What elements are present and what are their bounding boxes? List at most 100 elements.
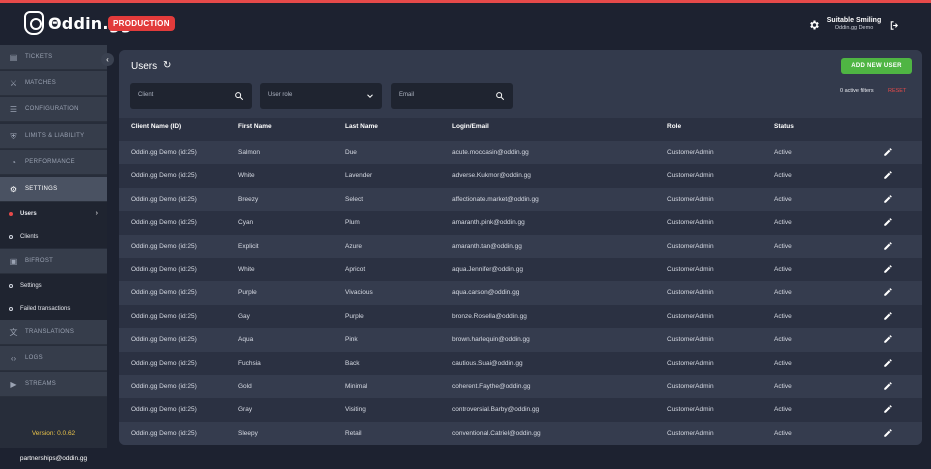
- cell-status: Active: [774, 242, 792, 250]
- client-filter-input[interactable]: Client: [130, 83, 252, 109]
- cell-role: CustomerAdmin: [667, 266, 714, 273]
- sidebar-item-bifrost[interactable]: ▣ BIFROST: [0, 249, 107, 274]
- table-row[interactable]: Oddin.gg Demo (id:25) Sleepy Retail convent…: [119, 421, 922, 445]
- edit-icon[interactable]: [883, 241, 893, 251]
- edit-icon[interactable]: [883, 170, 893, 180]
- cell-last: Due: [345, 149, 357, 156]
- table-row[interactable]: Oddin.gg Demo (id:25) Purple Vivacious aqua…: [119, 281, 922, 305]
- cell-role: CustomerAdmin: [667, 149, 714, 156]
- cell-client: Oddin.gg Demo (id:25): [131, 406, 197, 414]
- table-row[interactable]: Oddin.gg Demo (id:25) Aqua Pink brown.harle…: [119, 328, 922, 352]
- client-filter-placeholder: Client: [138, 92, 154, 98]
- cell-first: Gray: [238, 406, 253, 414]
- oddin-logo-icon: [24, 11, 44, 35]
- sidebar-subitem-clients[interactable]: Clients: [0, 225, 107, 248]
- cell-role: CustomerAdmin: [667, 429, 714, 437]
- collapse-sidebar-button[interactable]: ‹: [101, 53, 114, 66]
- edit-icon[interactable]: [883, 194, 893, 204]
- cell-client: Oddin.gg Demo (id:25): [131, 149, 197, 156]
- cell-client: Oddin.gg Demo (id:25): [131, 219, 197, 227]
- user-name: Suitable Smiling: [826, 17, 882, 24]
- table-row[interactable]: Oddin.gg Demo (id:25) Gay Purple bronze.Ros…: [119, 304, 922, 329]
- email-filter-placeholder: Email: [399, 92, 415, 98]
- cell-status: Active: [774, 312, 792, 320]
- user-menu[interactable]: Suitable Smiling Oddin.gg Demo: [826, 17, 882, 31]
- sidebar-subitem-failed-transactions[interactable]: Failed transactions: [0, 297, 107, 320]
- cell-first: White: [238, 266, 255, 273]
- sidebar-item-limits[interactable]: ⛨ LIMITS & LIABILITY: [0, 124, 107, 149]
- cell-first: Gold: [238, 383, 252, 390]
- table-row[interactable]: Oddin.gg Demo (id:25) Cyan Plum amaranth.pi…: [119, 211, 922, 235]
- sidebar-subitem-users[interactable]: Users ›: [0, 202, 107, 225]
- table-row[interactable]: Oddin.gg Demo (id:25) Explicit Azure amaran…: [119, 234, 922, 258]
- edit-icon[interactable]: [883, 287, 893, 297]
- cell-first: Salmon: [238, 149, 261, 156]
- ticket-icon: ▤: [9, 52, 18, 62]
- edit-icon[interactable]: [883, 404, 893, 414]
- edit-icon[interactable]: [883, 381, 893, 391]
- edit-icon[interactable]: [883, 428, 893, 438]
- sidebar-item-label: STREAMS: [25, 381, 57, 387]
- table-row[interactable]: Oddin.gg Demo (id:25) Breezy Select affecti…: [119, 187, 922, 212]
- cell-last: Azure: [345, 242, 362, 250]
- gear-icon[interactable]: [808, 19, 820, 31]
- user-role-select[interactable]: User role: [260, 83, 382, 109]
- table-row[interactable]: Oddin.gg Demo (id:25) Fuchsia Back cautious…: [119, 351, 922, 375]
- column-header-email[interactable]: Login/Email: [452, 123, 489, 130]
- refresh-icon[interactable]: ↻: [163, 61, 173, 71]
- table-row[interactable]: Oddin.gg Demo (id:25) White Lavender advers…: [119, 164, 922, 188]
- table-row[interactable]: Oddin.gg Demo (id:25) Gold Minimal coherent…: [119, 375, 922, 399]
- cell-role: CustomerAdmin: [667, 242, 714, 250]
- cell-role: CustomerAdmin: [667, 312, 714, 320]
- sidebar-item-tickets[interactable]: ▤ TICKETS: [0, 45, 107, 70]
- contact-email[interactable]: partnerships@oddin.gg: [0, 448, 107, 469]
- sidebar-subitem-bifrost-settings[interactable]: Settings: [0, 274, 107, 297]
- edit-icon[interactable]: [883, 217, 893, 227]
- cell-client: Oddin.gg Demo (id:25): [131, 383, 197, 390]
- sidebar-item-translations[interactable]: 文 TRANSLATIONS: [0, 320, 107, 345]
- gauge-icon: ◔: [11, 157, 16, 167]
- table-row[interactable]: Oddin.gg Demo (id:25) White Apricot aqua.Je…: [119, 258, 922, 282]
- page-title: Users: [131, 61, 158, 72]
- bifrost-icon: ▣: [9, 256, 18, 266]
- edit-icon[interactable]: [883, 264, 893, 274]
- cell-client: Oddin.gg Demo (id:25): [131, 172, 197, 180]
- column-header-status[interactable]: Status: [774, 123, 794, 130]
- edit-icon[interactable]: [883, 358, 893, 368]
- sidebar-item-logs[interactable]: ‹› LOGS: [0, 346, 107, 371]
- sidebar-item-matches[interactable]: ⚔ MATCHES: [0, 71, 107, 96]
- shield-icon: ⛨: [10, 131, 17, 141]
- dot-icon: [9, 306, 13, 311]
- dot-icon: [9, 283, 13, 288]
- column-header-last-name[interactable]: Last Name: [345, 123, 378, 130]
- table-row[interactable]: Oddin.gg Demo (id:25) Salmon Due acute.mocc…: [119, 141, 922, 165]
- cell-last: Vivacious: [345, 289, 373, 297]
- cell-role: CustomerAdmin: [667, 172, 714, 180]
- user-role-placeholder: User role: [268, 92, 293, 98]
- cell-first: White: [238, 172, 255, 180]
- edit-icon[interactable]: [883, 311, 893, 321]
- table-row[interactable]: Oddin.gg Demo (id:25) Gray Visiting controv…: [119, 398, 922, 422]
- sidebar-item-streams[interactable]: ▶ STREAMS: [0, 372, 107, 397]
- cell-first: Fuchsia: [238, 359, 261, 367]
- cell-status: Active: [774, 289, 792, 297]
- edit-icon[interactable]: [883, 147, 893, 157]
- logout-icon[interactable]: [889, 20, 900, 31]
- column-header-client[interactable]: Client Name (ID): [131, 123, 181, 130]
- email-filter-input[interactable]: Email: [391, 83, 513, 109]
- active-dot-icon: [9, 211, 13, 216]
- edit-icon[interactable]: [883, 334, 893, 344]
- cell-first: Explicit: [238, 242, 259, 250]
- cell-client: Oddin.gg Demo (id:25): [131, 289, 197, 297]
- sidebar-item-configuration[interactable]: ☰ CONFIGURATION: [0, 97, 107, 122]
- cell-last: Plum: [345, 219, 360, 227]
- users-panel: Users ↻ ADD NEW USER Client User role Em…: [119, 50, 922, 445]
- column-header-first-name[interactable]: First Name: [238, 123, 272, 130]
- cell-client: Oddin.gg Demo (id:25): [131, 312, 197, 320]
- sliders-icon: ☰: [9, 104, 18, 114]
- sidebar-item-performance[interactable]: ◔ PERFORMANCE: [0, 150, 107, 175]
- sidebar-item-settings[interactable]: ⚙ SETTINGS: [0, 177, 107, 202]
- add-new-user-button[interactable]: ADD NEW USER: [841, 58, 912, 74]
- column-header-role[interactable]: Role: [667, 123, 681, 130]
- reset-filters-button[interactable]: RESET: [888, 88, 906, 94]
